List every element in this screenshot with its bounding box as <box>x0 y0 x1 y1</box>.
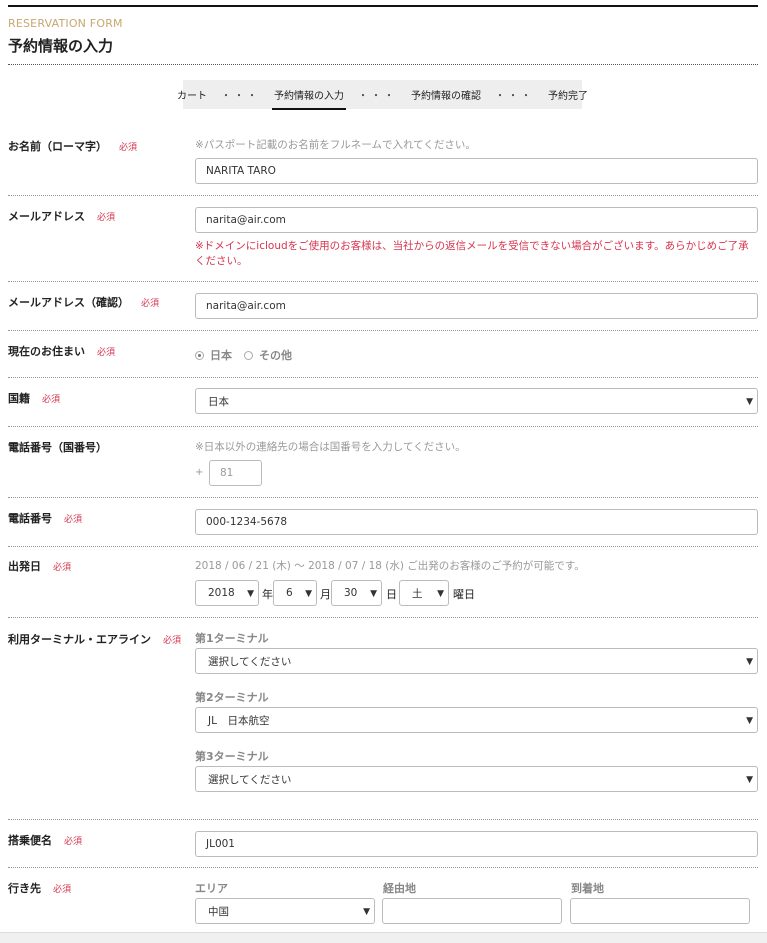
form-label: RESERVATION FORM <box>8 17 123 30</box>
title-divider <box>8 64 758 65</box>
terminal-1-label: 第1ターミナル <box>195 632 269 645</box>
radio-other-label[interactable]: その他 <box>259 347 292 363</box>
phone-row: 電話番号 必須 000-1234-5678 <box>8 498 758 547</box>
step-separator: ・・・ <box>358 91 397 102</box>
nationality-select[interactable]: 日本 ▼ <box>195 388 758 414</box>
phone-input[interactable]: 000-1234-5678 <box>195 509 758 535</box>
name-label: お名前（ローマ字） 必須 <box>8 140 138 153</box>
name-input[interactable]: NARITA TARO <box>195 158 758 184</box>
day-select[interactable]: 30 ▼ <box>331 580 382 606</box>
arrival-input[interactable] <box>570 898 750 924</box>
required-badge: 必須 <box>119 143 138 153</box>
radio-other[interactable] <box>244 350 253 360</box>
terminal-2-select[interactable]: JL 日本航空 ▼ <box>195 707 758 733</box>
destination-label: 行き先 必須 <box>8 882 72 895</box>
required-badge: 必須 <box>97 348 116 358</box>
year-select[interactable]: 2018 ▼ <box>195 580 259 606</box>
step-separator: ・・・ <box>221 91 260 102</box>
chevron-down-icon: ▼ <box>305 589 312 599</box>
flight-row: 搭乗便名 必須 JL001 <box>8 820 758 868</box>
arrival-label: 到着地 <box>571 882 604 895</box>
email-row: メールアドレス 必須 narita@air.com ※ドメインにicloudをご使… <box>8 196 758 282</box>
step-complete: 予約完了 <box>548 91 588 102</box>
country-code-label: 電話番号（国番号） <box>8 441 107 454</box>
step-cart: カート <box>177 91 207 102</box>
required-badge: 必須 <box>53 885 72 895</box>
terminal-row: 利用ターミナル・エアライン 必須 第1ターミナル 選択してください ▼ 第2ターミ… <box>8 618 758 820</box>
destination-row: 行き先 必須 エリア 中国 ▼ 経由地 到着地 <box>8 868 758 932</box>
flight-number-input[interactable]: JL001 <box>195 831 758 857</box>
area-label: エリア <box>195 882 228 895</box>
email-confirm-row: メールアドレス（確認） 必須 narita@air.com <box>8 282 758 331</box>
chevron-down-icon: ▼ <box>746 657 753 667</box>
page-bottom-bar <box>0 932 767 943</box>
day-unit: 日 <box>386 588 397 601</box>
required-badge: 必須 <box>42 395 61 405</box>
page-title: 予約情報の入力 <box>8 37 114 55</box>
required-badge: 必須 <box>64 515 83 525</box>
radio-japan-label[interactable]: 日本 <box>210 347 232 363</box>
name-note: ※パスポート記載のお名前をフルネームで入れてください。 <box>195 139 476 151</box>
residence-label: 現在のお住まい 必須 <box>8 345 116 358</box>
email-label: メールアドレス 必須 <box>8 210 116 223</box>
via-input[interactable] <box>382 898 562 924</box>
name-row: お名前（ローマ字） 必須 ※パスポート記載のお名前をフルネームで入れてください。 … <box>8 124 758 196</box>
required-badge: 必須 <box>53 563 72 573</box>
terminal-label: 利用ターミナル・エアライン 必須 <box>8 633 182 646</box>
step-confirm: 予約情報の確認 <box>411 91 481 102</box>
year-unit: 年 <box>262 588 273 601</box>
email-confirm-input[interactable]: narita@air.com <box>195 293 758 319</box>
terminal-3-select[interactable]: 選択してください ▼ <box>195 766 758 792</box>
chevron-down-icon: ▼ <box>437 589 444 599</box>
weekday-unit: 曜日 <box>453 588 475 601</box>
required-badge: 必須 <box>64 837 83 847</box>
chevron-down-icon: ▼ <box>370 589 377 599</box>
chevron-down-icon: ▼ <box>746 775 753 785</box>
departure-label: 出発日 必須 <box>8 560 72 573</box>
required-badge: 必須 <box>141 299 160 309</box>
chevron-down-icon: ▼ <box>247 589 254 599</box>
country-code-row: 電話番号（国番号） ※日本以外の連絡先の場合は国番号を入力してください。 + 8… <box>8 427 758 498</box>
nationality-row: 国籍 必須 日本 ▼ <box>8 378 758 427</box>
required-badge: 必須 <box>163 636 182 646</box>
nationality-label: 国籍 必須 <box>8 392 61 405</box>
terminal-3-label: 第3ターミナル <box>195 750 269 763</box>
top-rule <box>8 5 758 7</box>
required-badge: 必須 <box>97 213 116 223</box>
step-input: 予約情報の入力 <box>272 87 346 110</box>
terminal-1-select[interactable]: 選択してください ▼ <box>195 648 758 674</box>
phone-label: 電話番号 必須 <box>8 512 83 525</box>
plus-sign: + <box>195 467 204 478</box>
email-warning: ※ドメインにicloudをご使用のお客様は、当社からの返信メールを受信できない場… <box>195 240 749 267</box>
chevron-down-icon: ▼ <box>363 907 370 917</box>
residence-row: 現在のお住まい 必須 日本 その他 <box>8 331 758 378</box>
chevron-down-icon: ▼ <box>746 397 753 407</box>
radio-japan[interactable] <box>195 350 204 360</box>
country-code-note: ※日本以外の連絡先の場合は国番号を入力してください。 <box>195 441 466 453</box>
via-label: 経由地 <box>383 882 416 895</box>
residence-radio-group: 日本 その他 <box>195 347 292 363</box>
departure-note: 2018 / 06 / 21 (木) ～ 2018 / 07 / 18 (水) … <box>195 560 585 572</box>
terminal-2-label: 第2ターミナル <box>195 691 269 704</box>
month-unit: 月 <box>320 588 331 601</box>
month-select[interactable]: 6 ▼ <box>273 580 317 606</box>
departure-row: 出発日 必須 2018 / 06 / 21 (木) ～ 2018 / 07 / 1… <box>8 547 758 618</box>
chevron-down-icon: ▼ <box>746 716 753 726</box>
email-input[interactable]: narita@air.com <box>195 207 758 233</box>
country-code-input[interactable]: 81 <box>209 460 262 486</box>
step-progress: カート ・・・ 予約情報の入力 ・・・ 予約情報の確認 ・・・ 予約完了 <box>177 80 588 110</box>
step-separator: ・・・ <box>495 91 534 102</box>
flight-label: 搭乗便名 必須 <box>8 834 83 847</box>
email-confirm-label: メールアドレス（確認） 必須 <box>8 296 160 309</box>
area-select[interactable]: 中国 ▼ <box>195 898 375 924</box>
weekday-select[interactable]: 土 ▼ <box>399 580 449 606</box>
